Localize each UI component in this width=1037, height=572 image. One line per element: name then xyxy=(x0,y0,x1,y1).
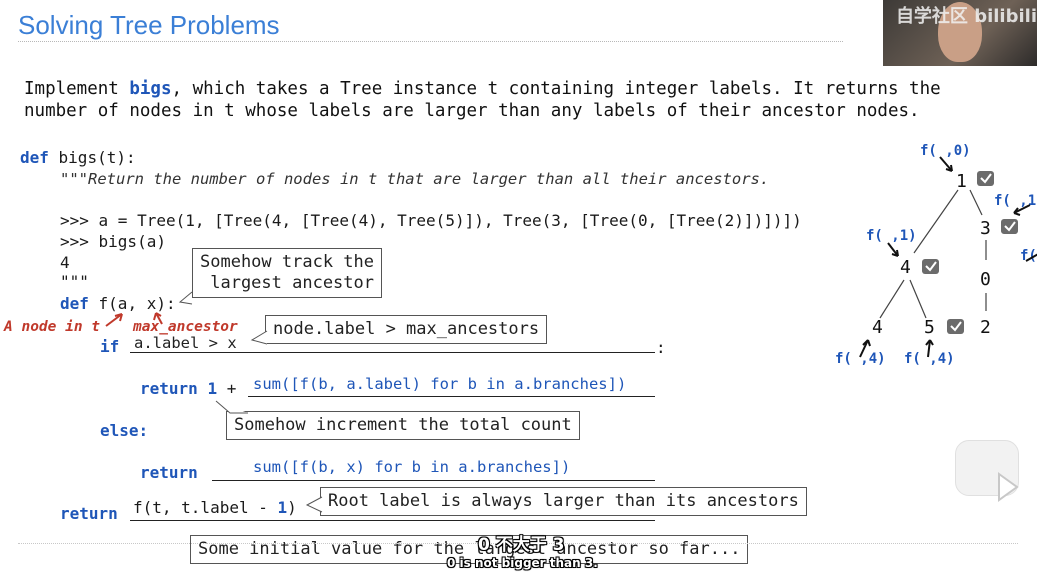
intro-text-2: , which takes a Tree instance t containi… xyxy=(171,79,941,99)
tree-diagram: 1 3 4 0 4 5 2 f( ,0) f( ,1) f( ,1 f( ,3 … xyxy=(835,143,1037,367)
intro-text-1: Implement xyxy=(24,79,130,99)
callout-pointer-icon xyxy=(305,496,323,513)
plus-sign: + xyxy=(217,379,237,398)
return-one: 1 xyxy=(207,379,218,398)
checkbox-checked-icon xyxy=(947,319,964,334)
def-signature: bigs(t): xyxy=(48,148,136,167)
docstring: """Return the number of nodes in t that … xyxy=(60,170,770,188)
return-line: return 1 + xyxy=(140,379,236,399)
tree-node: 1 xyxy=(956,171,967,192)
checkbox-checked-icon xyxy=(922,259,939,274)
problem-statement: Implement bigs, which takes a Tree insta… xyxy=(24,78,941,122)
final-answer-pre: f(t, t.label - xyxy=(133,498,278,517)
callout-pointer-icon xyxy=(178,291,193,305)
final-return-keyword: return xyxy=(60,504,118,523)
call-label: f( ,0) xyxy=(920,143,971,159)
callout-track-ancestor: Somehow track the largest ancestor xyxy=(192,248,382,298)
subtitle-chinese: 0 不大于 3 xyxy=(478,535,565,555)
play-icon xyxy=(998,472,1019,502)
intro-text-3: number of nodes in t whose labels are la… xyxy=(24,101,920,121)
callout-increment: Somehow increment the total count xyxy=(226,411,580,440)
tree-node: 4 xyxy=(872,317,883,338)
tree-node: 4 xyxy=(900,257,911,278)
def-keyword: def xyxy=(20,148,49,167)
final-return-answer: f(t, t.label - 1) xyxy=(133,498,297,518)
else-return-answer: sum([f(b, x) for b in a.branches]) xyxy=(253,458,571,476)
watermark: 自学社区 bilibili xyxy=(895,6,1037,27)
presenter-video: 自学社区 bilibili xyxy=(883,0,1037,66)
return-keyword: return xyxy=(140,379,198,398)
call-label: f( ,1 xyxy=(994,193,1036,209)
else-keyword: else: xyxy=(100,421,149,440)
doctest-line-2: >>> bigs(a) xyxy=(60,232,166,251)
callout-pointer-icon xyxy=(250,330,268,345)
return-answer: sum([f(b, a.label) for b in a.branches]) xyxy=(253,375,627,393)
annotation-arrows-icon xyxy=(105,312,163,327)
subtitle-english: 0 is not bigger than 3. xyxy=(447,556,598,570)
tree-node: 2 xyxy=(980,317,991,338)
doctest-line-1: >>> a = Tree(1, [Tree(4, [Tree(4), Tree(… xyxy=(60,211,802,230)
tree-node: 3 xyxy=(980,218,991,239)
callout-compare: node.label > max_ancestors xyxy=(265,315,548,344)
doctest-result: 4 xyxy=(60,253,70,272)
final-answer-num: 1 xyxy=(277,498,288,517)
docstring-end: """ xyxy=(60,272,89,291)
checkbox-checked-icon xyxy=(1001,219,1018,234)
if-keyword: if xyxy=(100,337,120,356)
slide-title: Solving Tree Problems xyxy=(18,10,280,40)
inner-def-keyword: def xyxy=(60,294,89,313)
callout-pointer-icon xyxy=(215,400,248,414)
else-return-keyword: return xyxy=(140,463,198,482)
code-def-line: def bigs(t): xyxy=(20,148,136,168)
checkbox-checked-icon xyxy=(977,171,994,186)
tree-node: 0 xyxy=(980,269,991,290)
call-label: f( ,4) xyxy=(835,351,886,367)
callout-root-label: Root label is always larger than its anc… xyxy=(320,487,807,516)
call-label: f( ,1) xyxy=(866,228,917,244)
if-colon: : xyxy=(656,338,666,357)
final-answer-post: ) xyxy=(287,498,297,517)
play-button[interactable] xyxy=(955,440,1019,502)
if-condition-answer: a.label > x xyxy=(134,334,237,352)
intro-keyword: bigs xyxy=(129,79,172,99)
annotation-node-in-t: A node in t xyxy=(4,319,101,335)
title-divider xyxy=(18,41,843,42)
tree-node: 5 xyxy=(924,317,935,338)
